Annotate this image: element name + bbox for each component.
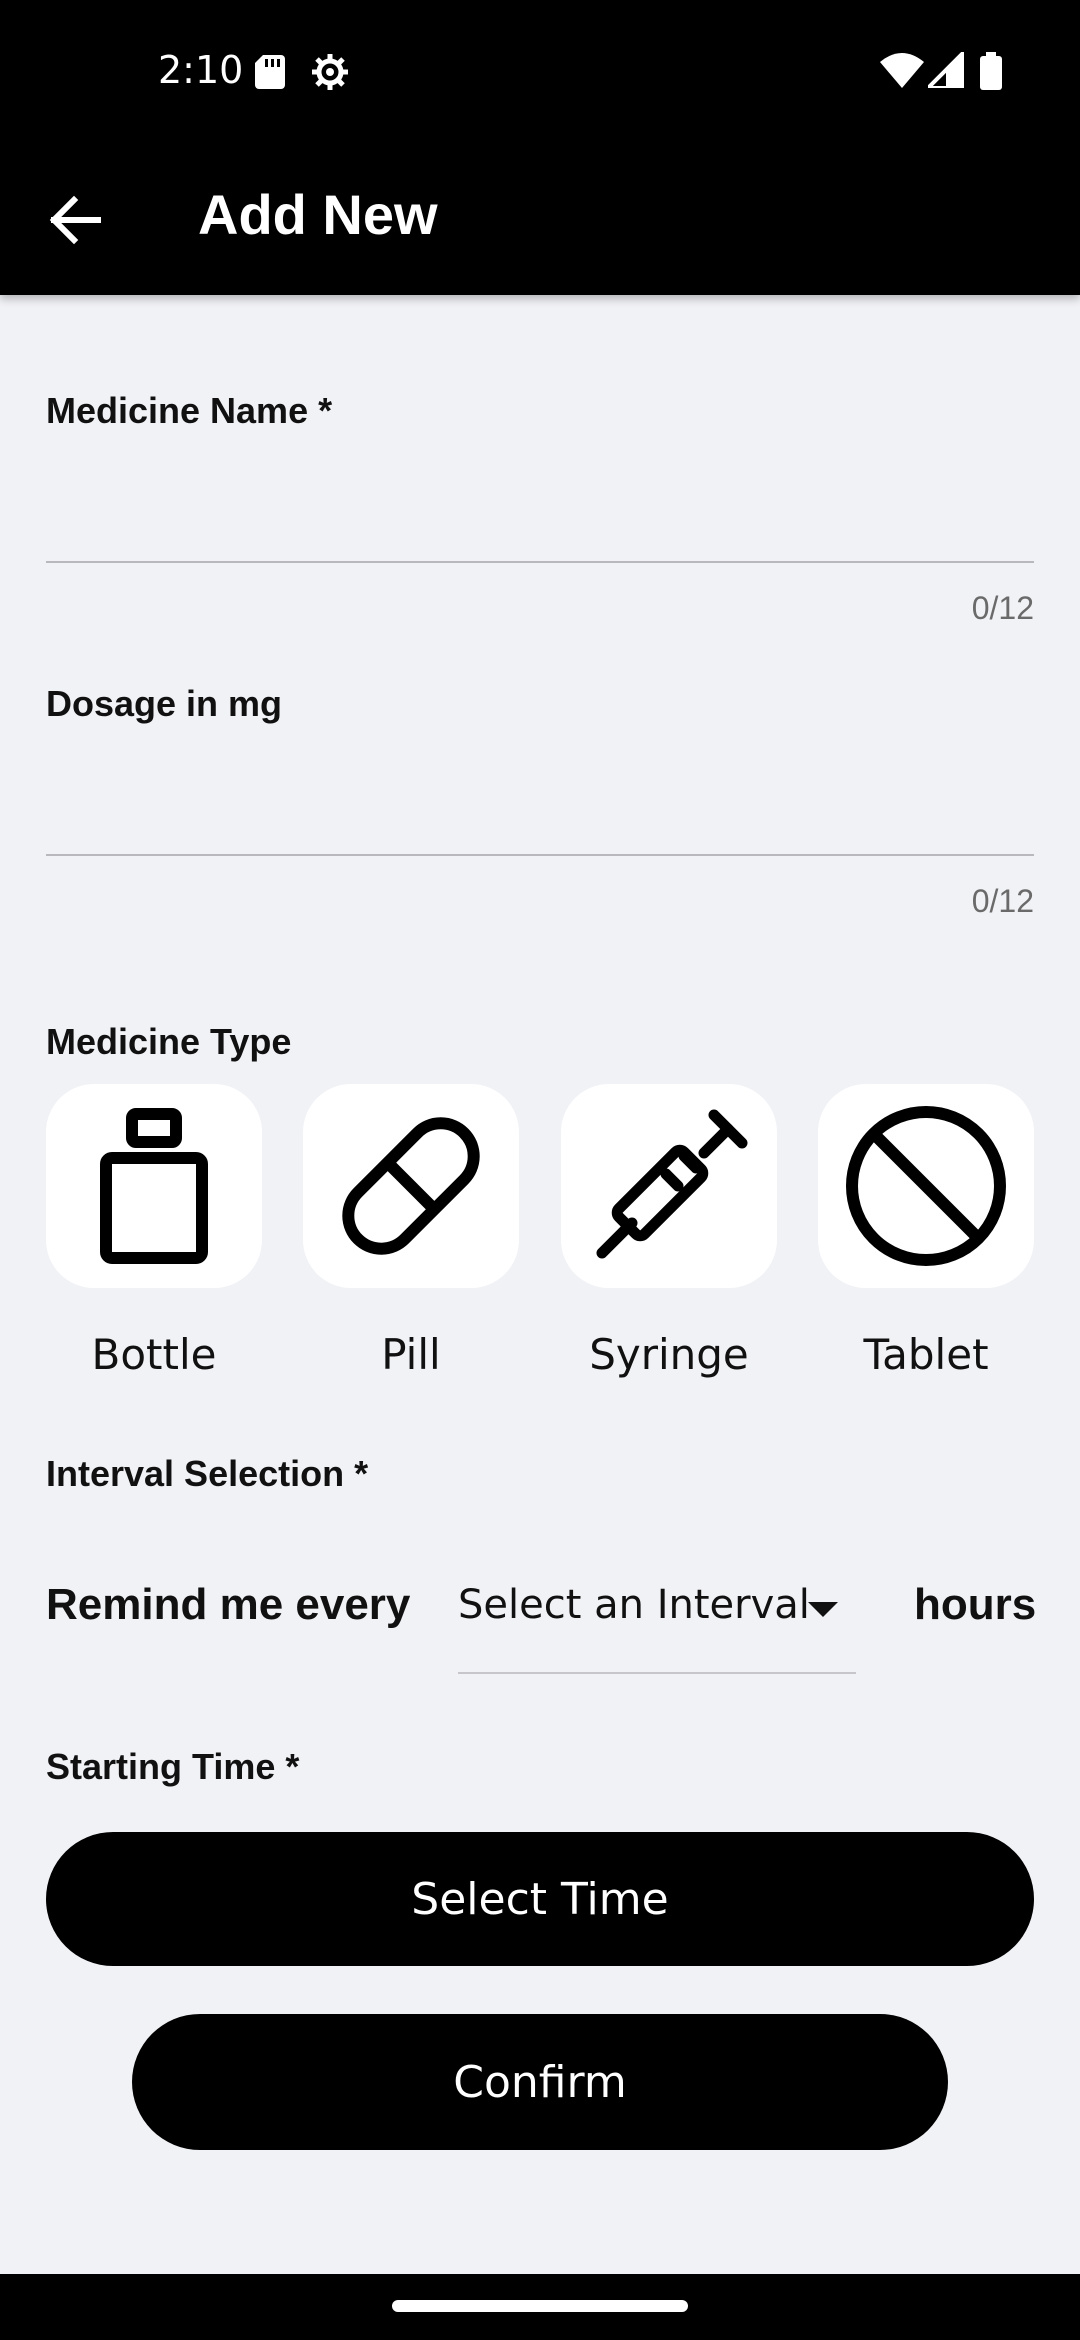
medicine-type-pill[interactable]	[303, 1084, 519, 1288]
remind-me-every-text: Remind me every	[46, 1580, 411, 1629]
arrow-left-icon	[49, 195, 101, 245]
dosage-input[interactable]	[46, 783, 1038, 855]
settings-gear-icon	[310, 52, 350, 97]
back-button[interactable]	[40, 185, 110, 255]
medicine-type-bottle-label: Bottle	[91, 1330, 217, 1379]
battery-icon	[980, 52, 1002, 95]
pill-icon	[342, 1117, 480, 1255]
medicine-type-tablet-label: Tablet	[863, 1330, 989, 1379]
medicine-type-syringe-label: Syringe	[589, 1330, 749, 1379]
medicine-type-syringe[interactable]	[561, 1084, 777, 1288]
medicine-type-pill-label: Pill	[381, 1330, 441, 1379]
sd-card-icon	[255, 55, 285, 94]
interval-dropdown-underline	[458, 1672, 856, 1674]
navigation-bar	[0, 2274, 1080, 2340]
dosage-underline	[46, 854, 1034, 856]
app-bar: Add New	[0, 140, 1080, 295]
status-bar: 2:10	[0, 0, 1080, 140]
confirm-button[interactable]: Confirm	[132, 2014, 948, 2150]
dosage-counter: 0/12	[971, 883, 1034, 919]
medicine-type-tablet[interactable]	[818, 1084, 1034, 1288]
hours-text: hours	[914, 1580, 1037, 1629]
interval-dropdown[interactable]: Select an Interval	[458, 1570, 856, 1674]
status-time: 2:10	[158, 48, 244, 92]
interval-dropdown-value: Select an Interval	[458, 1582, 810, 1628]
syringe-icon	[596, 1109, 748, 1259]
page-title: Add New	[198, 183, 438, 246]
medicine-type-bottle[interactable]	[46, 1084, 262, 1288]
signal-icon	[923, 47, 966, 93]
home-indicator[interactable]	[392, 2300, 688, 2312]
tablet-icon	[846, 1106, 1006, 1266]
medicine-name-label: Medicine Name *	[46, 390, 333, 431]
dropdown-arrow-icon	[808, 1602, 838, 1617]
medicine-name-underline	[46, 561, 1034, 563]
medicine-type-label: Medicine Type	[46, 1021, 292, 1062]
starting-time-label: Starting Time *	[46, 1746, 300, 1787]
select-time-button[interactable]: Select Time	[46, 1832, 1034, 1966]
interval-selection-label: Interval Selection *	[46, 1453, 369, 1494]
bottle-icon	[100, 1108, 208, 1264]
medicine-name-input[interactable]	[46, 490, 1038, 562]
medicine-name-counter: 0/12	[971, 590, 1034, 626]
dosage-label: Dosage in mg	[46, 683, 283, 724]
wifi-icon	[880, 52, 924, 93]
